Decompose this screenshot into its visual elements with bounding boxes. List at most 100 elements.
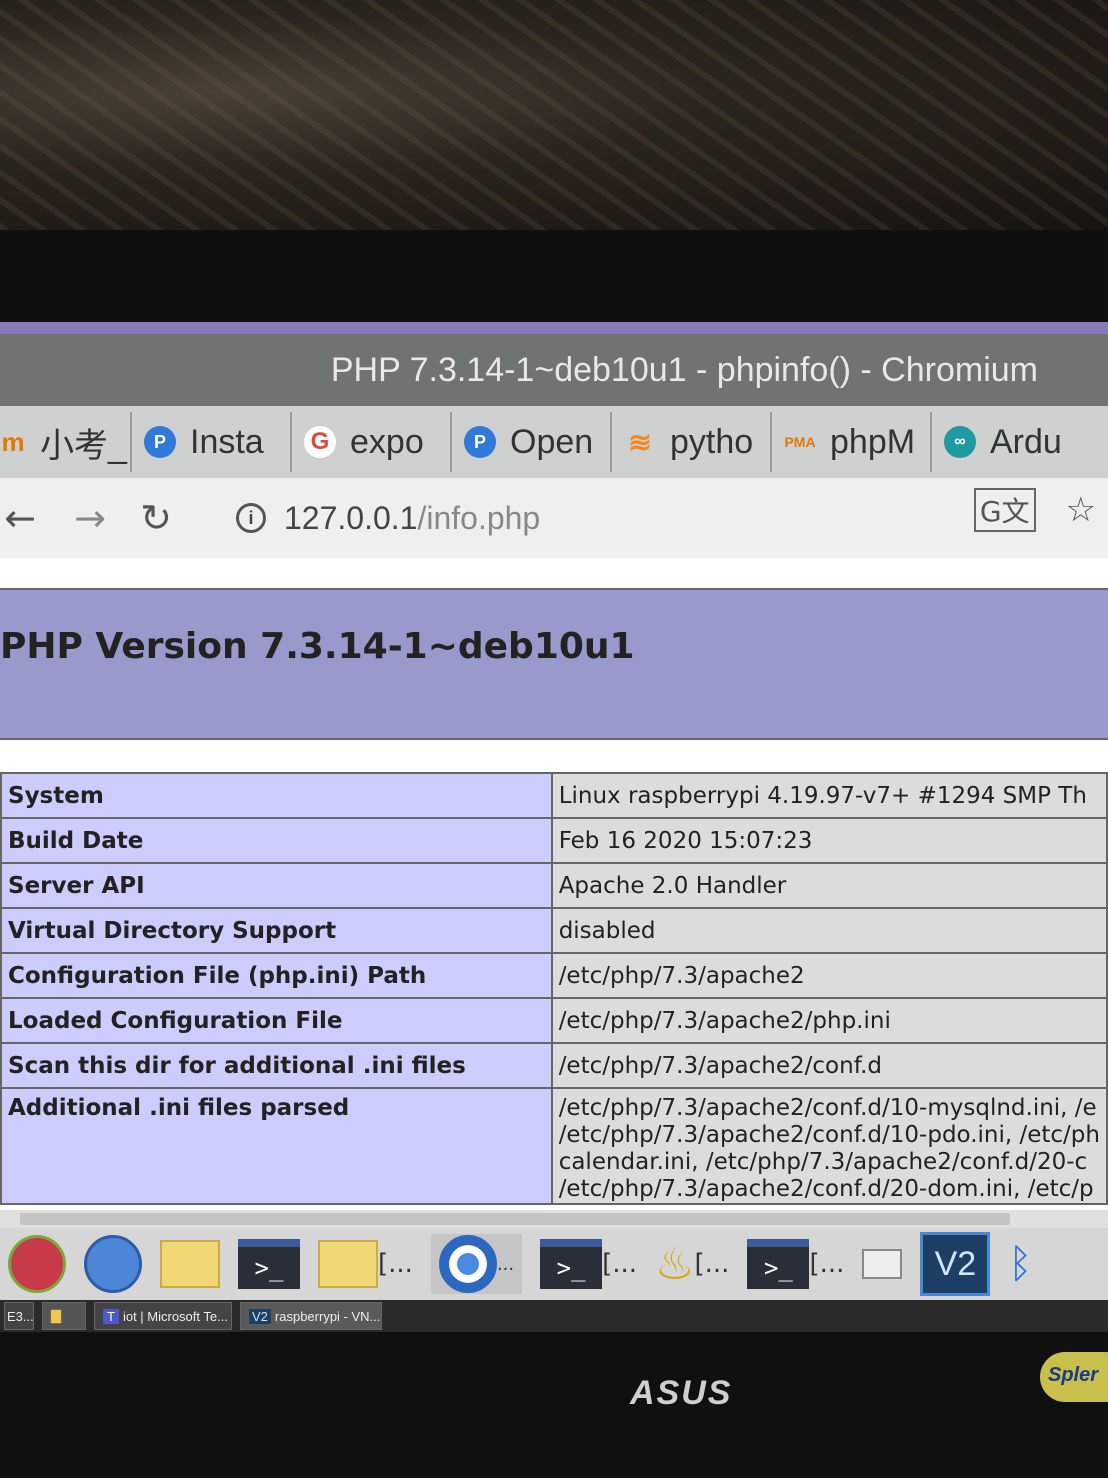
- tab-label: Insta: [190, 422, 264, 461]
- p-icon: P: [144, 426, 176, 458]
- forward-button[interactable]: →: [60, 488, 120, 548]
- vnc-tray-button[interactable]: V2: [920, 1232, 991, 1296]
- teams-icon: T: [103, 1308, 119, 1324]
- row-value: /etc/php/7.3/apache2: [550, 952, 1108, 999]
- horizontal-scrollbar[interactable]: [0, 1210, 1108, 1228]
- virtual-keyboard-button[interactable]: [862, 1234, 903, 1294]
- window-titlebar[interactable]: PHP 7.3.14-1~deb10u1 - phpinfo() - Chrom…: [0, 334, 1108, 406]
- row-label: Additional .ini files parsed: [0, 1087, 553, 1205]
- address-path: /info.php: [417, 499, 541, 536]
- toolbar-actions: G文 ☆: [973, 488, 1096, 532]
- star-icon[interactable]: ☆: [1066, 490, 1096, 530]
- scrollbar-thumb[interactable]: [20, 1213, 1010, 1225]
- php-version-title: PHP Version 7.3.14-1~deb10u1: [0, 626, 635, 667]
- address-bar[interactable]: i 127.0.0.1/info.php: [236, 500, 540, 537]
- arrow-right-icon: →: [74, 496, 106, 540]
- folder-icon: [318, 1240, 378, 1288]
- row-label: System: [0, 772, 553, 819]
- tab-3[interactable]: P Open: [452, 412, 612, 472]
- reload-icon: ↻: [140, 496, 172, 540]
- arduino-icon: ∞: [944, 426, 976, 458]
- raspberry-menu-button[interactable]: [8, 1234, 66, 1294]
- host-task-label: iot | Microsoft Te...: [122, 1308, 228, 1324]
- task-chromium[interactable]: ...: [430, 1234, 523, 1294]
- desktop-background-strip: [0, 322, 1108, 334]
- translate-icon[interactable]: G文: [973, 488, 1036, 532]
- file-manager-launcher[interactable]: [160, 1234, 220, 1294]
- host-task-vnc[interactable]: V2 raspberrypi - VN...: [240, 1302, 382, 1330]
- monitor-bezel-bottom: ASUS Spler: [0, 1332, 1108, 1478]
- row-value: /etc/php/7.3/apache2/conf.d: [550, 1042, 1108, 1089]
- tab-2[interactable]: G expo: [292, 412, 452, 472]
- row-label: Scan this dir for additional .ini files: [0, 1042, 553, 1089]
- tab-label: 小考_: [40, 426, 127, 465]
- tab-label: Ardu: [990, 422, 1062, 461]
- task-folder[interactable]: [...: [318, 1234, 413, 1294]
- web-browser-launcher[interactable]: [84, 1234, 142, 1294]
- background-wall: [0, 0, 1108, 230]
- folder-icon: [160, 1240, 220, 1288]
- raspberry-icon: [8, 1235, 66, 1293]
- row-value: disabled: [550, 907, 1108, 954]
- task-label: [...: [809, 1249, 845, 1279]
- table-row: Server API Apache 2.0 Handler: [0, 862, 1108, 909]
- stackoverflow-icon: ≋: [628, 426, 652, 458]
- info-icon[interactable]: i: [236, 503, 266, 533]
- back-button[interactable]: ←: [0, 488, 40, 548]
- row-value: Feb 16 2020 15:07:23: [550, 817, 1108, 864]
- host-task[interactable]: E3...: [4, 1302, 34, 1330]
- tab-0[interactable]: m 小考_: [0, 412, 132, 472]
- row-label: Server API: [0, 862, 553, 909]
- row-label: Configuration File (php.ini) Path: [0, 952, 553, 999]
- terminal-launcher[interactable]: >_: [238, 1234, 300, 1294]
- table-row: Virtual Directory Support disabled: [0, 907, 1108, 954]
- row-value-line: /etc/php/7.3/apache2/conf.d/10-pdo.ini, …: [558, 1122, 1100, 1148]
- tab-6[interactable]: ∞ Ardu: [932, 412, 1092, 472]
- table-row: Loaded Configuration File /etc/php/7.3/a…: [0, 997, 1108, 1044]
- tab-4[interactable]: ≋ pytho: [612, 412, 772, 472]
- chromium-icon: [438, 1235, 497, 1293]
- row-value-line: /etc/php/7.3/apache2/conf.d/10-mysqlnd.i…: [558, 1095, 1097, 1121]
- address-host: 127.0.0.1: [284, 499, 418, 536]
- browser-toolbar: ← → ↻ i 127.0.0.1/info.php G文 ☆: [0, 478, 1108, 558]
- task-label: [...: [378, 1249, 413, 1279]
- tab-label: Open: [510, 422, 594, 461]
- reload-button[interactable]: ↻: [126, 488, 186, 548]
- php-version-header: PHP Version 7.3.14-1~deb10u1: [0, 588, 1108, 740]
- genie-lamp-icon: ♨: [655, 1238, 695, 1290]
- terminal-icon: >_: [238, 1239, 300, 1289]
- task-terminal[interactable]: >_ [...: [540, 1234, 637, 1294]
- arrow-left-icon: ←: [4, 496, 36, 540]
- task-terminal-2[interactable]: >_ [...: [747, 1234, 844, 1294]
- row-value: /etc/php/7.3/apache2/php.ini: [550, 997, 1108, 1044]
- p-icon: P: [464, 426, 496, 458]
- row-value: Linux raspberrypi 4.19.97-v7+ #1294 SMP …: [550, 772, 1108, 819]
- file-explorer-icon: ▇: [51, 1308, 61, 1323]
- screen: PHP 7.3.14-1~deb10u1 - phpinfo() - Chrom…: [0, 322, 1108, 1332]
- terminal-icon: >_: [540, 1239, 603, 1289]
- row-label: Loaded Configuration File: [0, 997, 553, 1044]
- host-task-teams[interactable]: Tiot | Microsoft Te...: [94, 1302, 232, 1330]
- tab-label: pytho: [670, 422, 754, 461]
- vnc-icon: V2: [249, 1308, 271, 1324]
- terminal-icon: >_: [747, 1239, 810, 1289]
- bluetooth-tray-button[interactable]: ᛒ: [1008, 1234, 1032, 1294]
- vnc-icon: V2: [920, 1232, 991, 1296]
- php-info-table: System Linux raspberrypi 4.19.97-v7+ #12…: [0, 772, 1108, 1205]
- tab-label: expo: [350, 422, 424, 461]
- task-lamp[interactable]: ♨ [...: [655, 1234, 729, 1294]
- host-file-explorer[interactable]: ▇: [42, 1302, 86, 1330]
- table-row: Scan this dir for additional .ini files …: [0, 1042, 1108, 1089]
- task-label: [...: [694, 1249, 730, 1279]
- tab-1[interactable]: P Insta: [132, 412, 292, 472]
- tab-5[interactable]: PMA phpM: [772, 412, 932, 472]
- tab-bar: m 小考_ P Insta G expo P Open ≋ pytho PMA …: [0, 406, 1108, 478]
- monitor-bezel-top: [0, 230, 1108, 322]
- taskbar-panel: >_ [... ... >_ [... ♨ [... >_ [... V2 ᛒ: [0, 1228, 1108, 1300]
- task-label: [...: [602, 1249, 638, 1279]
- row-value: /etc/php/7.3/apache2/conf.d/10-mysqlnd.i…: [550, 1087, 1108, 1205]
- sticker: Spler: [1040, 1352, 1108, 1402]
- row-value-line: calendar.ini, /etc/php/7.3/apache2/conf.…: [558, 1149, 1088, 1175]
- tab-label: phpM: [830, 422, 916, 461]
- host-task-label: raspberrypi - VN...: [274, 1308, 381, 1324]
